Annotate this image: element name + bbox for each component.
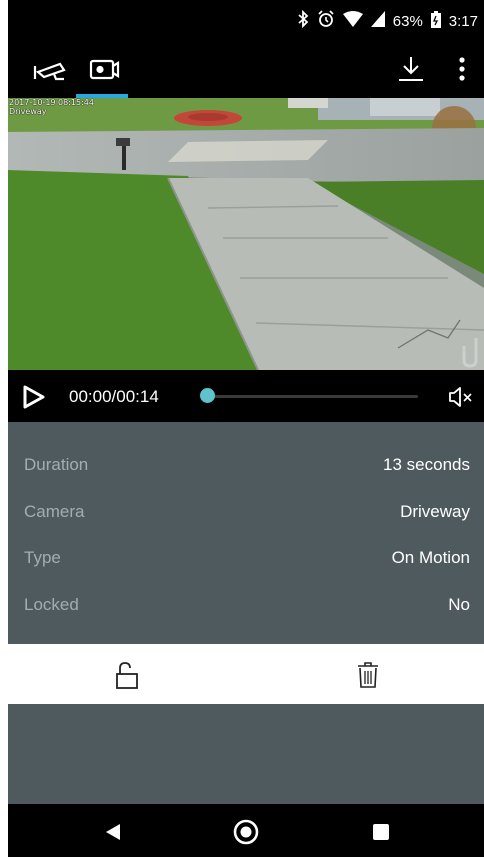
unlock-icon[interactable] bbox=[114, 661, 140, 689]
download-icon[interactable] bbox=[396, 54, 426, 84]
video-recording-icon[interactable] bbox=[88, 54, 120, 84]
player-controls: 00:00/00:14 bbox=[8, 370, 484, 422]
app-toolbar bbox=[8, 40, 484, 96]
battery-icon bbox=[430, 10, 441, 32]
play-icon[interactable] bbox=[22, 384, 46, 410]
cctv-camera-icon[interactable] bbox=[32, 54, 72, 84]
video-timestamp: 2017-10-19 08:15:44 bbox=[9, 98, 94, 107]
detail-value: 13 seconds bbox=[383, 455, 470, 474]
video-overlay: 2017-10-19 08:15:44 Driveway bbox=[9, 98, 94, 116]
video-camera-label: Driveway bbox=[9, 107, 47, 116]
detail-value: On Motion bbox=[391, 548, 470, 567]
home-icon[interactable] bbox=[232, 818, 260, 851]
video-frame[interactable]: 2017-10-19 08:15:44 Driveway bbox=[8, 98, 484, 370]
back-icon[interactable] bbox=[104, 823, 122, 846]
trash-icon[interactable] bbox=[356, 661, 382, 689]
empty-area bbox=[8, 704, 484, 804]
system-nav-bar bbox=[8, 804, 484, 857]
seek-handle[interactable] bbox=[200, 388, 215, 403]
signal-icon bbox=[370, 11, 385, 31]
bluetooth-icon bbox=[297, 9, 309, 32]
playback-time: 00:00/00:14 bbox=[69, 387, 159, 406]
detail-row-duration: Duration 13 seconds bbox=[8, 455, 484, 479]
detail-row-locked: Locked No bbox=[8, 595, 484, 619]
detail-value: No bbox=[448, 595, 470, 614]
status-bar: 63% 3:17 bbox=[8, 0, 484, 40]
app-frame: 63% 3:17 2017-10-19 08:15:44 Driveway 00… bbox=[8, 0, 484, 857]
action-bar bbox=[8, 644, 484, 704]
detail-label: Type bbox=[24, 548, 61, 567]
battery-percent: 63% bbox=[392, 12, 423, 30]
more-vert-icon[interactable] bbox=[456, 54, 468, 84]
clock: 3:17 bbox=[448, 12, 478, 30]
detail-row-type: Type On Motion bbox=[8, 548, 484, 572]
detail-label: Duration bbox=[24, 455, 89, 474]
detail-label: Camera bbox=[24, 502, 85, 521]
recording-details: Duration 13 seconds Camera Driveway Type… bbox=[8, 422, 484, 644]
detail-row-camera: Camera Driveway bbox=[8, 502, 484, 526]
recents-icon[interactable] bbox=[372, 823, 390, 846]
detail-value: Driveway bbox=[400, 502, 470, 521]
seek-bar[interactable] bbox=[208, 395, 418, 398]
wifi-icon bbox=[342, 11, 363, 31]
mute-icon[interactable] bbox=[448, 386, 474, 408]
detail-label: Locked bbox=[24, 595, 79, 614]
alarm-icon bbox=[317, 10, 335, 32]
